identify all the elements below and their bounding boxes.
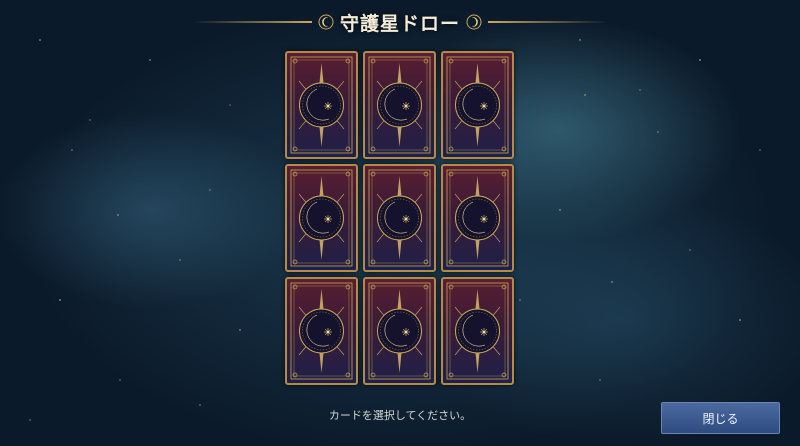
title-divider-left [191,21,312,23]
close-button[interactable]: 閉じる [661,402,780,434]
card-back-art [290,169,353,267]
card-2[interactable] [363,51,436,159]
card-back-art [446,282,509,380]
card-5[interactable] [363,164,436,272]
card-back-art [446,56,509,154]
card-back-art [368,169,431,267]
title-bar: 守護星ドロー [0,0,800,44]
card-back-art [368,56,431,154]
card-6[interactable] [441,164,514,272]
card-7[interactable] [285,277,358,385]
card-back-art [290,282,353,380]
card-9[interactable] [441,277,514,385]
card-back-art [368,282,431,380]
page-title: 守護星ドロー [339,12,460,35]
card-4[interactable] [285,164,358,272]
card-3[interactable] [441,51,514,159]
card-1[interactable] [285,51,358,159]
crescent-moon-icon [466,14,482,30]
card-back-art [290,56,353,154]
card-grid [285,51,514,385]
card-back-art [446,169,509,267]
crescent-moon-icon [318,14,334,30]
title-divider-right [488,21,608,23]
card-8[interactable] [363,277,436,385]
